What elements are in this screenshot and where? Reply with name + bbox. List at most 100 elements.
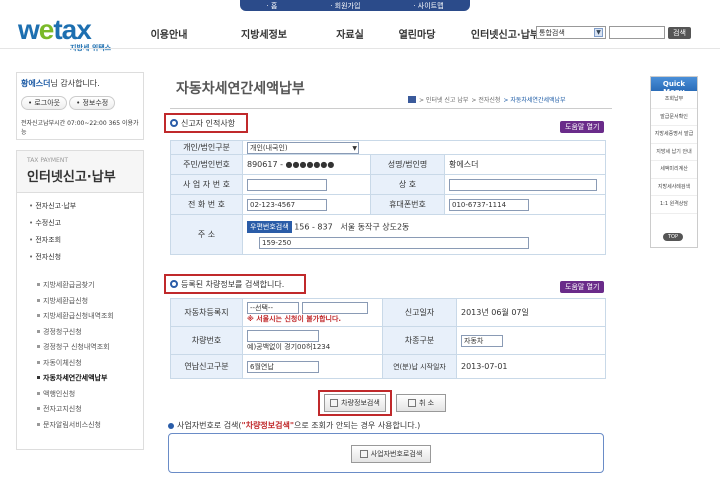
reporter-form: 개인/법인구분 개인(내국인) ▼ 주민/법인번호 890617 - ●●●●●●… <box>170 140 606 255</box>
quick-item[interactable]: 세액미리계산 <box>651 161 697 179</box>
edit-icon <box>407 399 416 407</box>
quick-item[interactable]: 조회납부 <box>651 91 697 109</box>
home-icon[interactable] <box>408 96 416 103</box>
sidebar-title: 인터넷신고·납부 <box>27 170 116 185</box>
sidebar-sub-correction[interactable]: 경정청구신청 <box>29 327 143 337</box>
section-vehicle-header: 등록된 차량정보를 검색합니다. <box>164 274 306 294</box>
title-divider <box>170 108 612 109</box>
report-date-value: 2013년 06월 07일 <box>456 298 606 327</box>
id-number-label: 주민/법인번호 <box>170 154 243 175</box>
biz-no-input[interactable] <box>247 178 327 191</box>
nav-library[interactable]: 자료실 <box>326 20 374 47</box>
quick-item[interactable]: 지방세증명서 발급 <box>651 126 697 144</box>
vehicle-form: 자동차등록지 --선택-- ※ 서울시는 신청이 불가합니다. 신고일자 201… <box>170 298 606 379</box>
breadcrumb: > 인터넷 신고 납부 > 전자신청 > 자동차세연간세액납부 <box>408 95 566 104</box>
biz-search-button[interactable]: 사업자번호로검색 <box>351 445 431 463</box>
quick-menu: Quick Menu 조회납부 발급문서확인 지방세증명서 발급 지방세 납기 … <box>650 76 698 248</box>
sidebar-item-inquiry[interactable]: 전자조회 <box>29 235 143 245</box>
join-link[interactable]: · 회원가입 <box>330 1 360 11</box>
name-value: 황에스더 <box>444 154 606 175</box>
annual-type-select[interactable]: 6월연납 <box>247 360 319 373</box>
service-hours: 전자신고납부시간 07:00~22:00 365 이용가능 <box>21 120 139 136</box>
car-type-label: 차종구분 <box>382 326 457 355</box>
breadcrumb-current: > 자동차세연간세액납부 <box>503 97 566 104</box>
region-select[interactable]: --선택-- <box>247 301 299 314</box>
login-box: 황에스더님 감사합니다. • 로그아웃 • 정보수정 전자신고납부시간 07:0… <box>16 72 144 140</box>
sidebar-sub-refund-apply[interactable]: 지방세환급신청 <box>29 296 143 306</box>
quick-item[interactable]: 발급문서확인 <box>651 109 697 126</box>
top-utility-bar: · 홈 · 회원가입 · 사이트맵 <box>240 0 470 11</box>
sidebar-sub-proxy[interactable]: 액행인신청 <box>29 389 143 399</box>
search-scope-select[interactable]: 통합검색 ▼ <box>536 26 606 39</box>
quick-item[interactable]: 지방세사례검색 <box>651 179 697 196</box>
sidebar-sub-refund-find[interactable]: 지방세환급금찾기 <box>29 280 143 290</box>
login-greeting: 황에스더님 감사합니다. <box>21 79 100 88</box>
sitemap-link[interactable]: · 사이트맵 <box>413 1 443 11</box>
subregion-select[interactable] <box>301 301 368 314</box>
bullet-icon <box>168 422 174 429</box>
vehicle-search-button[interactable]: 차량정보검색 <box>324 394 386 412</box>
phone-input[interactable]: 02-123-4567 <box>247 198 327 211</box>
sidebar-item-e-filing[interactable]: 전자신고·납부 <box>29 201 143 211</box>
scroll-top-button[interactable]: TOP <box>663 233 683 241</box>
gnb-search: 통합검색 ▼ 검색 <box>536 26 691 39</box>
sidebar-item-amend[interactable]: 수정신고 <box>29 218 143 228</box>
edit-info-button[interactable]: • 정보수정 <box>69 96 116 110</box>
quick-menu-title: Quick Menu <box>651 77 697 96</box>
bullet-icon <box>170 119 178 127</box>
biz-search-box: 사업자번호로검색 <box>168 433 604 473</box>
biz-search-note: 사업자번호로 검색("차량정보검색"으로 조회가 안되는 경우 사용합니다.) <box>168 420 420 431</box>
address-detail-input[interactable]: 159-250 <box>259 236 529 249</box>
help-button-2[interactable]: 도움말 열기 <box>560 281 605 293</box>
sidebar-sub-sms[interactable]: 문자알림서비스신청 <box>29 420 143 430</box>
person-type-select[interactable]: 개인(내국인) ▼ <box>247 141 359 154</box>
main-nav: 이용안내 지방세정보 자료실 열린마당 인터넷신고·납부 <box>142 20 548 47</box>
annual-type-label: 연납신고구분 <box>170 354 243 379</box>
sidebar-en-title: TAX PAYMENT <box>27 157 68 164</box>
sidebar-sub-refund-history[interactable]: 지방세환급신청내역조회 <box>29 311 143 321</box>
start-date-label: 연(분)납 시작일자 <box>382 354 457 379</box>
wetax-logo[interactable]: wetax 지방세 위택스 <box>18 16 118 53</box>
sidebar-sub-autopay[interactable]: 자동이체신청 <box>29 358 143 368</box>
sidebar-sub-annual-car-tax[interactable]: 자동차세연간세액납부 <box>29 373 143 383</box>
search-input[interactable] <box>609 26 665 39</box>
trade-name-label: 상 호 <box>370 174 445 195</box>
search-button[interactable]: 검색 <box>668 26 691 39</box>
breadcrumb-item[interactable]: > 인터넷 신고 납부 <box>419 95 468 104</box>
name-label: 성명/법인명 <box>370 154 445 175</box>
mobile-label: 휴대폰번호 <box>370 194 445 215</box>
cancel-button[interactable]: 취 소 <box>396 394 446 412</box>
car-type-select[interactable]: 자동차 <box>461 334 503 347</box>
breadcrumb-item[interactable]: > 전자신청 <box>471 95 500 104</box>
report-date-label: 신고일자 <box>382 298 457 327</box>
quick-item[interactable]: 1:1 원격상담 <box>651 196 697 214</box>
nav-tax-info[interactable]: 지방세정보 <box>216 20 312 47</box>
id-number-value: 890617 - ●●●●●●● <box>242 154 371 175</box>
home-link[interactable]: · 홈 <box>266 1 277 11</box>
document-icon <box>359 450 368 458</box>
sidebar-item-apply[interactable]: 전자신청 <box>29 252 143 262</box>
car-no-label: 차량번호 <box>170 326 243 355</box>
type-label: 개인/법인구분 <box>170 140 243 155</box>
trade-name-input[interactable] <box>449 178 597 191</box>
car-no-input[interactable] <box>247 329 319 342</box>
help-button-1[interactable]: 도움말 열기 <box>560 121 605 133</box>
document-icon <box>330 399 339 407</box>
nav-guide[interactable]: 이용안내 <box>142 20 196 47</box>
bullet-icon <box>170 280 178 288</box>
nav-forum[interactable]: 열린마당 <box>388 20 446 47</box>
zip-search-button[interactable]: 우편번호검색 <box>247 220 292 233</box>
biz-no-label: 사 업 자 번 호 <box>170 174 243 195</box>
mobile-input[interactable]: 010-6737-1114 <box>449 198 529 211</box>
nav-divider <box>0 48 720 49</box>
zip-code-value: 156 - 837 <box>294 222 333 231</box>
sidebar-sub-correction-history[interactable]: 경정청구 신청내역조회 <box>29 342 143 352</box>
quick-item[interactable]: 지방세 납기 안내 <box>651 144 697 161</box>
logout-button[interactable]: • 로그아웃 <box>21 96 68 110</box>
sidebar-sub-e-notice[interactable]: 전자고지신청 <box>29 404 143 414</box>
region-label: 자동차등록지 <box>170 298 243 327</box>
chevron-down-icon: ▼ <box>594 28 603 37</box>
page-title: 자동차세연간세액납부 <box>176 81 305 97</box>
chevron-down-icon: ▼ <box>352 144 357 152</box>
start-date-value: 2013-07-01 <box>456 354 606 379</box>
